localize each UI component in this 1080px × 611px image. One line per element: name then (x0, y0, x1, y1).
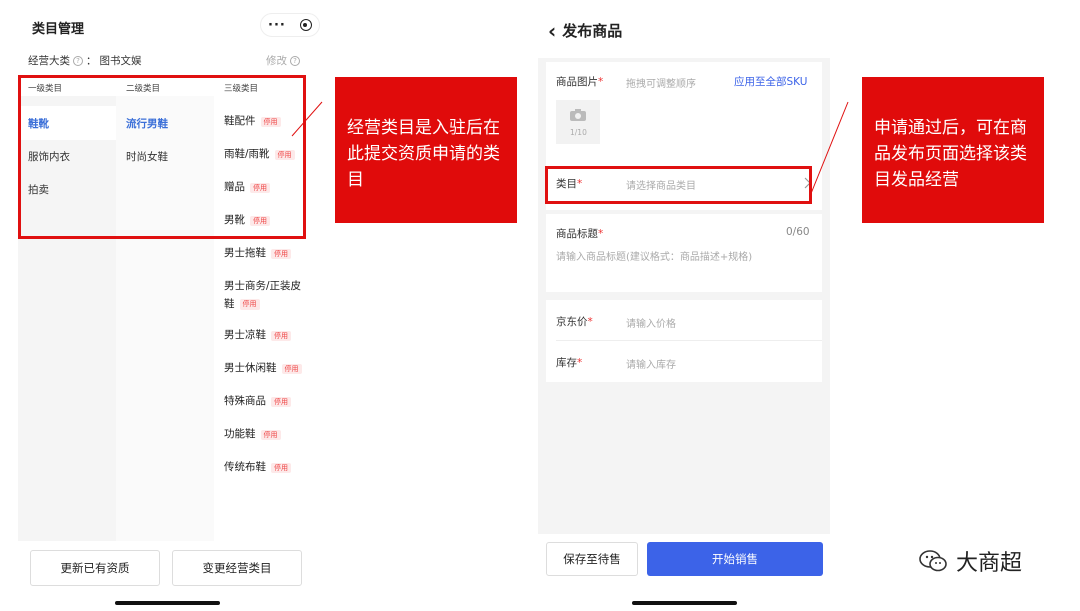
home-indicator (632, 601, 737, 605)
page-title: 发布商品 (562, 22, 623, 40)
callout-left: 经营类目是入驻后在此提交资质申请的类目 (335, 77, 517, 223)
level3-item[interactable]: 男士拖鞋 停用 (224, 246, 291, 262)
save-to-pending-button[interactable]: 保存至待售 (546, 542, 638, 576)
price-input[interactable]: 请输入价格 (626, 315, 676, 330)
level3-item[interactable]: 男士休闲鞋 停用 (224, 361, 302, 377)
level3-item[interactable]: 男士商务/正装皮鞋停用 (224, 279, 310, 313)
pointer-line-left (291, 101, 323, 137)
modify-link[interactable]: 修改 ? (266, 53, 300, 68)
apply-all-sku-link[interactable]: 应用至全部SKU (734, 74, 807, 89)
title-bar: ‹ 发布商品 (548, 20, 622, 41)
disabled-tag: 停用 (281, 363, 302, 375)
level3-item[interactable]: 传统布鞋 停用 (224, 460, 291, 476)
publish-product-screen: ‹ 发布商品 商品图片* 拖拽可调整顺序 应用至全部SKU 1/10 类目* 请… (538, 0, 830, 611)
business-category-row: 经营大类 ? ： 图书文娱 (28, 55, 142, 67)
disabled-tag: 停用 (271, 248, 291, 260)
title-placeholder: 请输入商品标题(建议格式：商品描述+规格) (556, 252, 753, 263)
info-icon[interactable]: ? (73, 55, 83, 66)
level3-item[interactable]: 男士凉鞋 停用 (224, 328, 291, 344)
level3-item[interactable]: 功能鞋 停用 (224, 427, 281, 443)
mini-program-capsule[interactable]: ··· (260, 13, 320, 37)
pointer-line-right (809, 101, 849, 197)
disabled-tag: 停用 (260, 429, 281, 441)
close-target-icon[interactable] (299, 19, 312, 31)
image-count: 1/10 (570, 128, 587, 137)
brand-watermark: 大商超 (918, 545, 1022, 577)
image-label: 商品图片* (556, 76, 604, 88)
highlight-box-category-field (545, 166, 812, 204)
disabled-tag: 停用 (271, 396, 291, 408)
home-indicator (115, 601, 220, 605)
wechat-icon (919, 550, 947, 572)
callout-right: 申请通过后，可在商品发布页面选择该类目发品经营 (862, 77, 1044, 223)
image-hint: 拖拽可调整顺序 (626, 79, 696, 90)
more-icon[interactable]: ··· (268, 19, 286, 32)
price-stock-card: 京东价* 请输入价格 库存* 请输入库存 (546, 300, 822, 382)
camera-icon (570, 109, 586, 121)
title-field[interactable]: 商品标题* 0/60 请输入商品标题(建议格式：商品描述+规格) (546, 214, 822, 292)
level3-item[interactable]: 特殊商品 停用 (224, 394, 291, 410)
update-qualification-button[interactable]: 更新已有资质 (30, 550, 160, 586)
change-category-button[interactable]: 变更经营类目 (172, 550, 302, 586)
brand-name: 大商超 (956, 551, 1023, 576)
disabled-tag: 停用 (239, 299, 260, 310)
biz-label: 经营大类 (28, 55, 70, 67)
title-count: 0/60 (786, 226, 810, 238)
stock-label: 库存* (556, 357, 583, 369)
help-icon[interactable]: ? (290, 55, 300, 66)
back-icon[interactable]: ‹ (548, 21, 556, 41)
title-label: 商品标题* (556, 228, 604, 240)
price-label: 京东价* (556, 316, 593, 328)
disabled-tag: 停用 (271, 462, 291, 474)
start-selling-button[interactable]: 开始销售 (647, 542, 823, 576)
biz-value: 图书文娱 (99, 55, 142, 67)
page-title: 类目管理 (32, 22, 85, 37)
stock-input[interactable]: 请输入库存 (626, 356, 676, 371)
highlight-box-categories (18, 75, 306, 239)
modify-label[interactable]: 修改 (266, 53, 287, 68)
divider (556, 340, 822, 341)
disabled-tag: 停用 (271, 330, 291, 342)
upload-image-button[interactable]: 1/10 (556, 100, 600, 144)
